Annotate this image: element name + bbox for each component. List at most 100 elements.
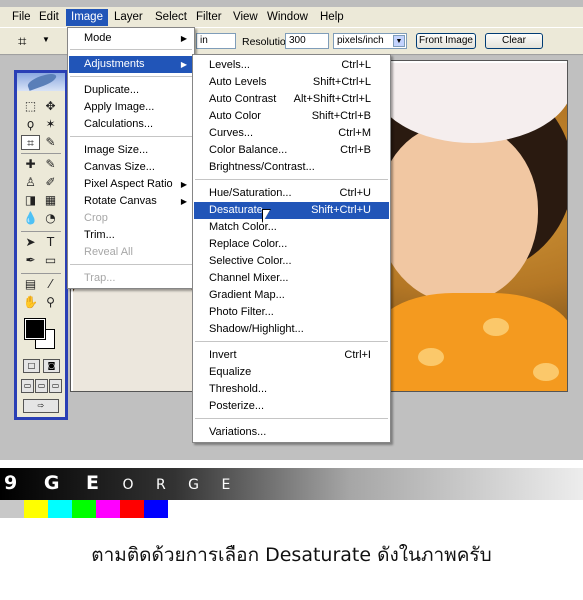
eraser-icon[interactable]: ◨ — [21, 193, 40, 208]
menu-item-image-size[interactable]: Image Size... — [69, 142, 193, 159]
menu-item-shadow-highlight[interactable]: Shadow/Highlight... — [194, 321, 389, 338]
move-icon[interactable]: ✥ — [41, 99, 60, 114]
menu-edit[interactable]: Edit — [34, 9, 64, 26]
magic-wand-icon[interactable]: ✶ — [41, 117, 60, 132]
menu-item-levels[interactable]: Levels... Ctrl+L — [194, 57, 389, 74]
menu-item-auto-levels[interactable]: Auto Levels Shift+Ctrl+L — [194, 74, 389, 91]
photo-face — [378, 123, 538, 303]
menu-item-channel-mixer[interactable]: Channel Mixer... — [194, 270, 389, 287]
menu-item-brightness-contrast[interactable]: Brightness/Contrast... — [194, 159, 389, 176]
menu-filter[interactable]: Filter — [191, 9, 227, 26]
signature-big-letters: 9 G E — [4, 472, 110, 494]
screen-mode-standard-icon[interactable]: ▭ — [21, 379, 34, 393]
color-bar — [72, 500, 96, 518]
menu-item-canvas-size[interactable]: Canvas Size... — [69, 159, 193, 176]
author-signature: 9 G E O R G E — [0, 468, 583, 518]
menu-item-match-color[interactable]: Match Color... — [194, 219, 389, 236]
lasso-icon[interactable]: ϙ — [21, 117, 40, 132]
menu-layer[interactable]: Layer — [109, 9, 148, 26]
menu-item-duplicate[interactable]: Duplicate... — [69, 82, 193, 99]
signature-text: 9 G E O R G E — [4, 472, 239, 494]
menu-select[interactable]: Select — [150, 9, 192, 26]
clone-stamp-icon[interactable]: ♙ — [21, 175, 40, 190]
menu-item-invert[interactable]: Invert Ctrl+I — [194, 347, 389, 364]
menu-item-equalize[interactable]: Equalize — [194, 364, 389, 381]
color-bar — [0, 500, 24, 518]
menu-item-curves[interactable]: Curves... Ctrl+M — [194, 125, 389, 142]
menu-item-color-balance[interactable]: Color Balance... Ctrl+B — [194, 142, 389, 159]
color-bar — [24, 500, 48, 518]
photoshop-feather-icon — [26, 71, 58, 91]
menu-item-mode[interactable]: Mode ▶ — [69, 30, 193, 47]
pen-icon[interactable]: ✒ — [21, 253, 40, 268]
notes-icon[interactable]: ▤ — [21, 277, 40, 292]
hand-icon[interactable]: ✋ — [21, 295, 40, 310]
blur-icon[interactable]: 💧 — [21, 211, 40, 226]
shirt-flower — [533, 363, 559, 381]
brush-icon[interactable]: ✎ — [41, 157, 60, 172]
jump-to-imageready-icon[interactable]: ⇨ — [23, 399, 59, 413]
menu-item-reveal-all: Reveal All — [84, 246, 133, 258]
menu-item-trim[interactable]: Trim... — [69, 227, 193, 244]
mouse-cursor-fill — [263, 210, 270, 222]
foreground-color-swatch[interactable] — [24, 318, 46, 340]
menu-item-gradient-map[interactable]: Gradient Map... — [194, 287, 389, 304]
submenu-arrow-icon: ▶ — [180, 197, 187, 206]
crop-icon[interactable]: ⌗ — [18, 33, 26, 50]
crop-icon[interactable]: ⌗ — [21, 135, 40, 150]
menu-item-photo-filter[interactable]: Photo Filter... — [194, 304, 389, 321]
toolbox-header[interactable] — [17, 71, 65, 91]
shape-icon[interactable]: ▭ — [41, 253, 60, 268]
caption-text: ตามติดด้วยการเลือก Desaturate ดังในภาพคร… — [91, 544, 492, 566]
color-bar — [120, 500, 144, 518]
menu-bar: File Edit Image Layer Select Filter View… — [0, 7, 583, 27]
menu-view[interactable]: View — [228, 9, 263, 26]
signature-small-letters: O R G E — [122, 477, 240, 493]
gradient-icon[interactable]: ▦ — [41, 193, 60, 208]
menu-item-hue-saturation[interactable]: Hue/Saturation... Ctrl+U — [194, 185, 389, 202]
clear-button[interactable]: Clear — [485, 33, 543, 49]
color-bars — [0, 500, 168, 518]
menu-help[interactable]: Help — [315, 9, 349, 26]
menu-item-threshold[interactable]: Threshold... — [194, 381, 389, 398]
marquee-icon[interactable]: ⬚ — [21, 99, 40, 114]
slice-icon[interactable]: ✎ — [41, 135, 60, 150]
toolbox-divider — [21, 231, 61, 232]
screen-mode-full-icon[interactable]: ▭ — [49, 379, 62, 393]
color-bar — [144, 500, 168, 518]
menu-image[interactable]: Image — [66, 9, 108, 26]
front-image-button[interactable]: Front Image — [416, 33, 476, 49]
quick-mask-icon[interactable]: ◙ — [43, 359, 60, 373]
zoom-icon[interactable]: ⚲ — [41, 295, 60, 310]
color-bar — [48, 500, 72, 518]
path-select-icon[interactable]: ➤ — [21, 235, 40, 250]
eyedropper-icon[interactable]: ⁄ — [41, 277, 60, 292]
height-unit-field[interactable]: in — [196, 33, 236, 49]
menu-file[interactable]: File — [7, 9, 36, 26]
screen-mode-full-menu-icon[interactable]: ▭ — [35, 379, 48, 393]
resolution-unit-select[interactable]: pixels/inch ▼ — [333, 33, 407, 49]
menu-item-rotate-canvas[interactable]: Rotate Canvas ▶ — [69, 193, 193, 210]
type-icon[interactable]: T — [41, 235, 60, 250]
submenu-arrow-icon: ▶ — [180, 60, 187, 69]
resolution-input[interactable]: 300 — [285, 33, 329, 49]
chevron-down-icon[interactable]: ▼ — [42, 35, 50, 44]
menu-item-calculations[interactable]: Calculations... — [69, 116, 193, 133]
menu-item-pixel-aspect-ratio[interactable]: Pixel Aspect Ratio ▶ — [69, 176, 193, 193]
menu-item-variations[interactable]: Variations... — [194, 424, 389, 441]
history-brush-icon[interactable]: ✐ — [41, 175, 60, 190]
menu-item-posterize[interactable]: Posterize... — [194, 398, 389, 415]
menu-item-desaturate[interactable]: Desaturate Shift+Ctrl+U — [194, 202, 389, 219]
submenu-arrow-icon: ▶ — [180, 34, 187, 43]
standard-mode-icon[interactable]: □ — [23, 359, 40, 373]
menu-window[interactable]: Window — [262, 9, 313, 26]
menu-item-selective-color[interactable]: Selective Color... — [194, 253, 389, 270]
healing-brush-icon[interactable]: ✚ — [21, 157, 40, 172]
menu-item-auto-color[interactable]: Auto Color Shift+Ctrl+B — [194, 108, 389, 125]
toolbox-divider — [21, 273, 61, 274]
menu-item-apply-image[interactable]: Apply Image... — [69, 99, 193, 116]
menu-item-replace-color[interactable]: Replace Color... — [194, 236, 389, 253]
menu-item-adjustments[interactable]: Adjustments ▶ — [69, 56, 193, 73]
menu-item-auto-contrast[interactable]: Auto Contrast Alt+Shift+Ctrl+L — [194, 91, 389, 108]
dodge-icon[interactable]: ◔ — [41, 211, 60, 226]
